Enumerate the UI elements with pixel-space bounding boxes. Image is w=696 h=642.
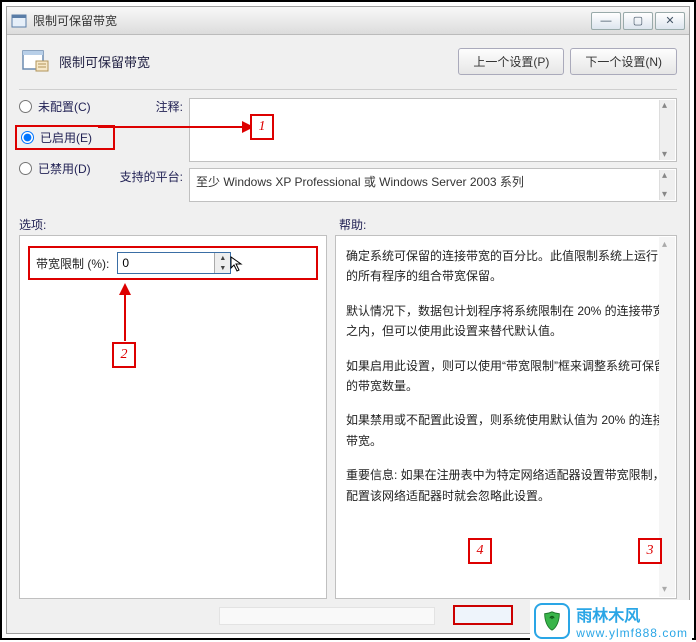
help-p2: 默认情况下，数据包计划程序将系统限制在 20% 的连接带宽之内，但可以使用此设置…: [346, 301, 666, 342]
radio-enabled-input[interactable]: [21, 131, 34, 144]
titlebar: 限制可保留带宽 — ▢ ✕: [7, 7, 689, 35]
panels: 带宽限制 (%): ▲ ▼ 确定系统可保留的: [19, 235, 677, 599]
bandwidth-limit-spinner[interactable]: ▲ ▼: [117, 252, 231, 274]
annot-arrow-2: [124, 293, 126, 341]
config-area: 未配置(C) 已启用(E) 已禁用(D) 注释: [19, 98, 677, 202]
radio-not-configured-label: 未配置(C): [38, 98, 91, 115]
help-p5: 重要信息: 如果在注册表中为特定网络适配器设置带宽限制，配置该网络适配器时就会忽…: [346, 465, 666, 506]
radio-disabled-label: 已禁用(D): [38, 160, 91, 177]
radio-enabled-label: 已启用(E): [40, 129, 92, 146]
annot-box-1: 已启用(E): [15, 125, 115, 150]
logo-brand: 雨林木风: [576, 608, 640, 625]
logo-badge-icon: [534, 603, 570, 639]
annot-num-4: 4: [468, 538, 492, 564]
dialog-window: 限制可保留带宽 — ▢ ✕ 限制可保留带宽 上一个设置(P) 下一个设置(N): [6, 6, 690, 634]
watermark-logo: 雨林木风 www.ylmf888.com: [530, 600, 692, 642]
comment-label: 注释:: [109, 98, 189, 115]
comment-scrollbar[interactable]: [659, 100, 675, 160]
help-p3: 如果启用此设置，则可以使用“带宽限制”框来调整系统可保留的带宽数量。: [346, 356, 666, 397]
dialog-content: 限制可保留带宽 上一个设置(P) 下一个设置(N) 未配置(C): [7, 35, 689, 633]
annot-num-1: 1: [250, 114, 274, 140]
spinner-buttons: ▲ ▼: [214, 253, 230, 273]
bandwidth-limit-label: 带宽限制 (%):: [36, 255, 109, 272]
maximize-button[interactable]: ▢: [623, 12, 653, 30]
spinner-down[interactable]: ▼: [215, 263, 230, 273]
prev-setting-button[interactable]: 上一个设置(P): [458, 48, 564, 75]
options-section-label: 选项:: [19, 216, 339, 233]
nav-buttons: 上一个设置(P) 下一个设置(N): [458, 48, 677, 75]
screenshot-frame: 限制可保留带宽 — ▢ ✕ 限制可保留带宽 上一个设置(P) 下一个设置(N): [0, 0, 696, 640]
radio-disabled-input[interactable]: [19, 162, 32, 175]
config-radios: 未配置(C) 已启用(E) 已禁用(D): [19, 98, 109, 202]
header-row: 限制可保留带宽 上一个设置(P) 下一个设置(N): [19, 45, 677, 77]
spinner-up[interactable]: ▲: [215, 253, 230, 263]
platforms-row: 支持的平台: 至少 Windows XP Professional 或 Wind…: [109, 168, 677, 202]
minimize-button[interactable]: —: [591, 12, 621, 30]
close-button[interactable]: ✕: [655, 12, 685, 30]
radio-disabled[interactable]: 已禁用(D): [19, 160, 109, 177]
next-setting-button[interactable]: 下一个设置(N): [570, 48, 677, 75]
platforms-value: 至少 Windows XP Professional 或 Windows Ser…: [196, 175, 524, 189]
radio-not-configured-input[interactable]: [19, 100, 32, 113]
annot-arrowhead-2: [119, 283, 131, 295]
page-title: 限制可保留带宽: [59, 52, 458, 71]
annot-num-3: 3: [638, 538, 662, 564]
radio-enabled[interactable]: 已启用(E): [17, 129, 92, 146]
logo-url: www.ylmf888.com: [576, 626, 688, 640]
divider: [19, 89, 677, 90]
logo-text-wrap: 雨林木风 www.ylmf888.com: [576, 602, 688, 640]
bandwidth-limit-input[interactable]: [118, 253, 214, 273]
section-labels: 选项: 帮助:: [19, 216, 677, 233]
platforms-scrollbar[interactable]: [659, 170, 675, 200]
annot-num-2: 2: [112, 342, 136, 368]
comment-row: 注释:: [109, 98, 677, 162]
radio-not-configured[interactable]: 未配置(C): [19, 98, 109, 115]
help-p4: 如果禁用或不配置此设置，则系统使用默认值为 20% 的连接带宽。: [346, 410, 666, 451]
annot-arrow-1: [98, 126, 244, 128]
options-panel: 带宽限制 (%): ▲ ▼: [19, 235, 327, 599]
app-icon: [11, 13, 27, 29]
annot-box-2: 带宽限制 (%): ▲ ▼: [28, 246, 318, 280]
help-text: 确定系统可保留的连接带宽的百分比。此值限制系统上运行的所有程序的组合带宽保留。 …: [346, 246, 666, 506]
help-section-label: 帮助:: [339, 216, 366, 233]
config-right: 注释: 支持的平台: 至少 Windows XP Professional 或 …: [109, 98, 677, 202]
bottom-placeholder: [219, 607, 435, 625]
policy-icon: [19, 45, 51, 77]
help-panel: 确定系统可保留的连接带宽的百分比。此值限制系统上运行的所有程序的组合带宽保留。 …: [335, 235, 677, 599]
help-p1: 确定系统可保留的连接带宽的百分比。此值限制系统上运行的所有程序的组合带宽保留。: [346, 246, 666, 287]
platforms-label: 支持的平台:: [109, 168, 189, 185]
cursor-icon: [230, 256, 246, 272]
platforms-field: 至少 Windows XP Professional 或 Windows Ser…: [189, 168, 677, 202]
ok-button-partial[interactable]: [453, 605, 513, 625]
window-title: 限制可保留带宽: [33, 12, 589, 29]
